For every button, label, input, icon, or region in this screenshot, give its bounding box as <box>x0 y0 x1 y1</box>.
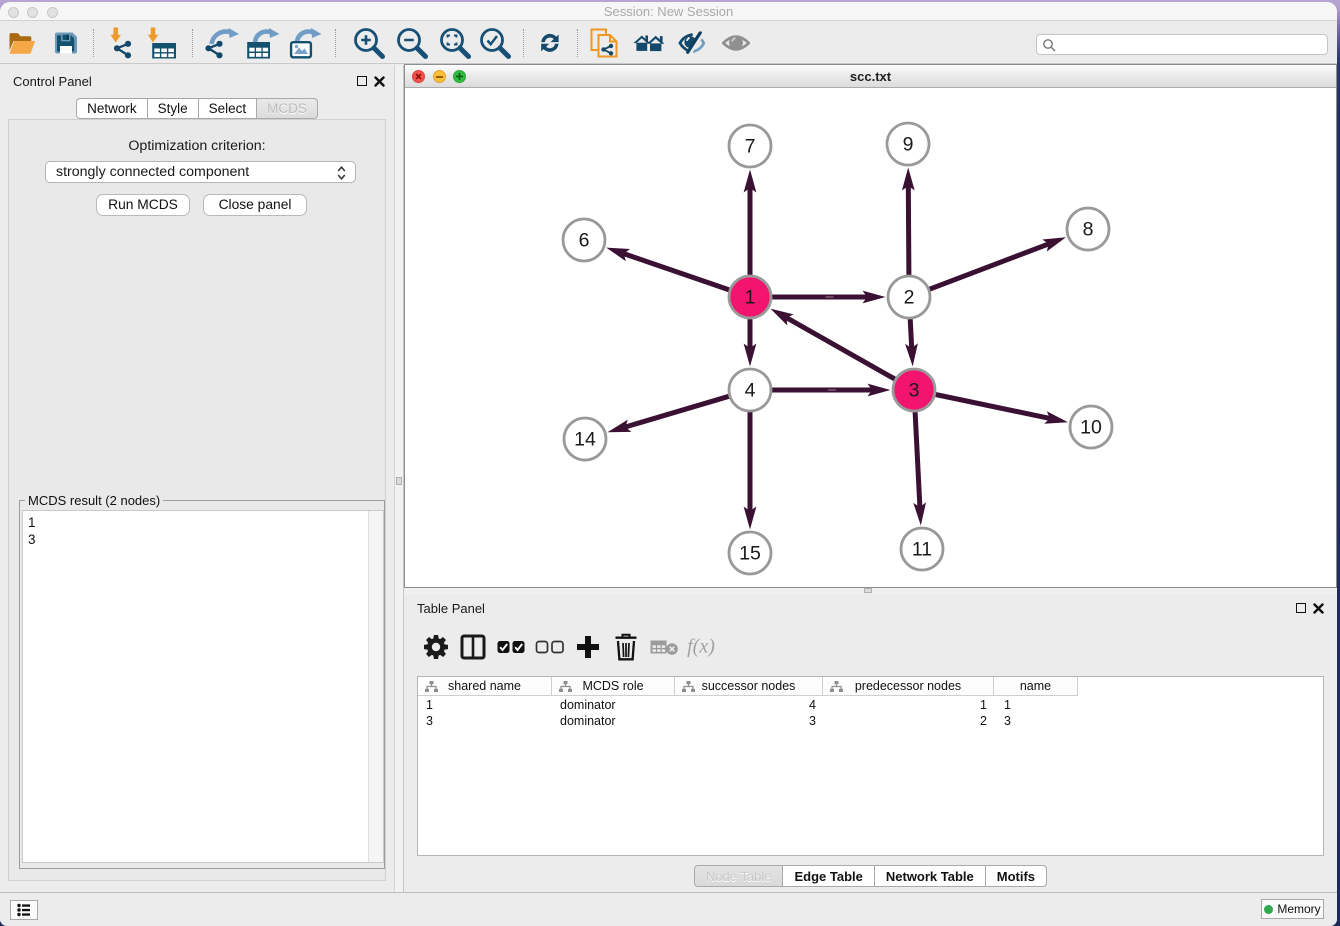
svg-text:15: 15 <box>739 543 761 565</box>
svg-text:11: 11 <box>912 539 932 561</box>
svg-text:9: 9 <box>903 134 914 156</box>
svg-text:3: 3 <box>909 380 920 402</box>
svg-text:1: 1 <box>745 287 756 309</box>
svg-text:8: 8 <box>1083 219 1094 241</box>
svg-text:7: 7 <box>745 136 756 158</box>
svg-text:6: 6 <box>579 230 590 252</box>
svg-text:4: 4 <box>745 380 756 402</box>
svg-text:2: 2 <box>904 287 915 309</box>
svg-text:14: 14 <box>574 429 596 451</box>
svg-text:10: 10 <box>1080 417 1102 439</box>
